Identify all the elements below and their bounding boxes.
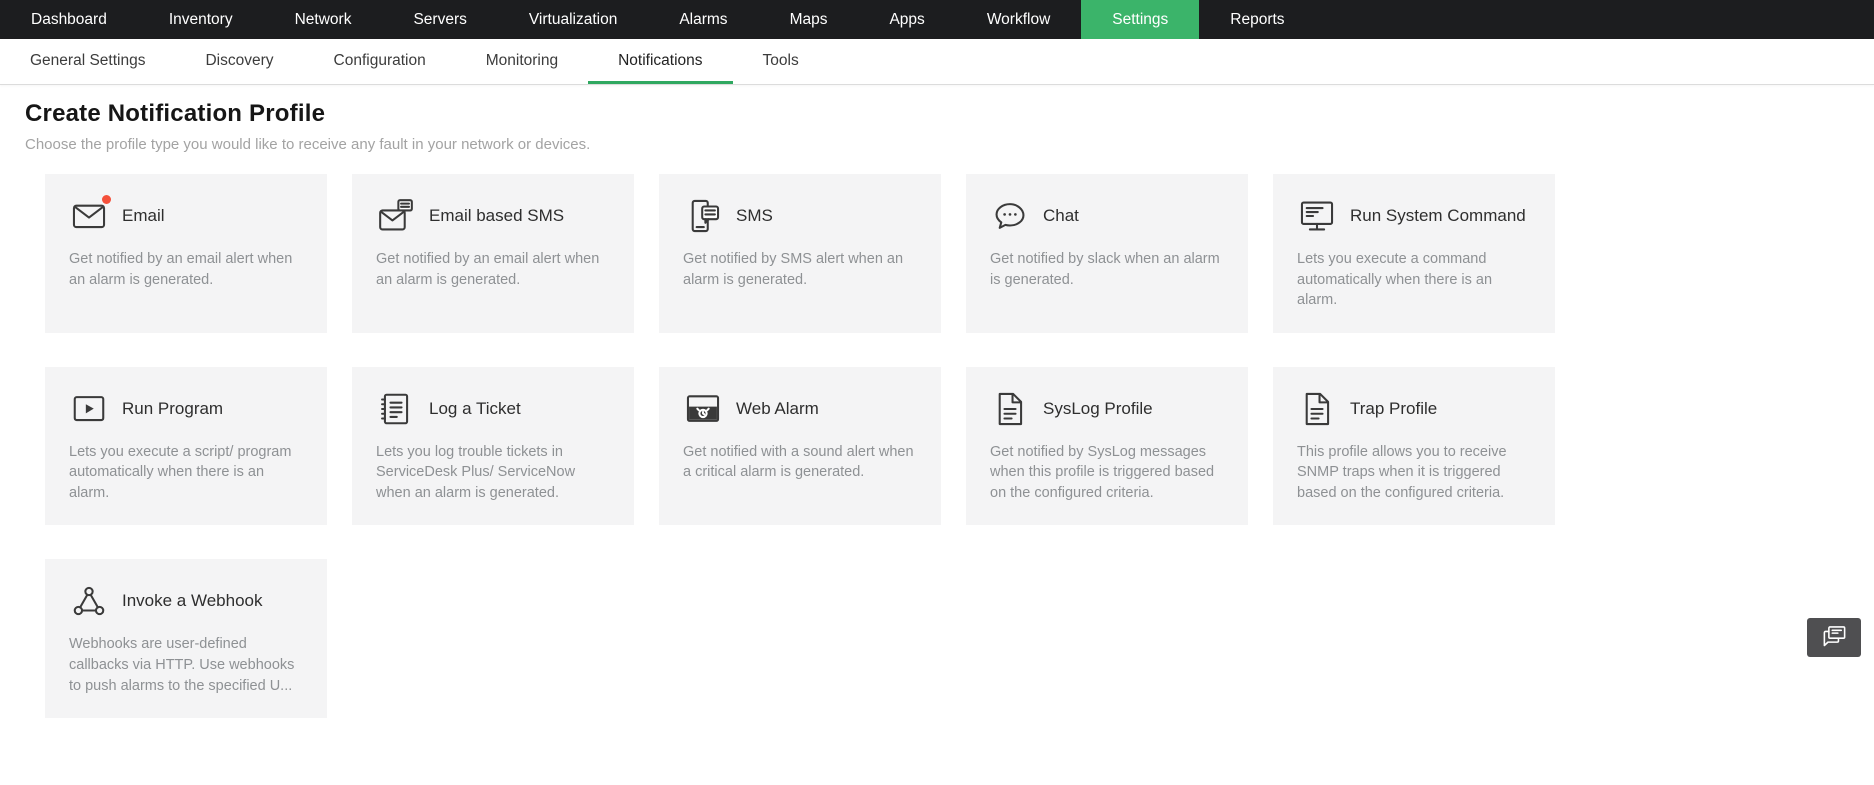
profile-card-title: Trap Profile: [1350, 399, 1437, 419]
profile-card-title: Web Alarm: [736, 399, 819, 419]
card-header: Run System Command: [1297, 196, 1531, 236]
top-nav-maps[interactable]: Maps: [759, 0, 859, 39]
card-header: Web Alarm: [683, 389, 917, 429]
profile-card-title: Email based SMS: [429, 206, 564, 226]
profile-card-description: Get notified by SMS alert when an alarm …: [683, 249, 917, 290]
profile-card-email-based-sms[interactable]: Email based SMS Get notified by an email …: [352, 174, 634, 333]
top-nav-dashboard[interactable]: Dashboard: [0, 0, 138, 39]
card-header: Invoke a Webhook: [69, 581, 303, 621]
top-nav-workflow[interactable]: Workflow: [956, 0, 1081, 39]
profile-card-description: Get notified with a sound alert when a c…: [683, 442, 917, 483]
profile-card-description: This profile allows you to receive SNMP …: [1297, 442, 1531, 504]
sub-nav-configuration[interactable]: Configuration: [304, 39, 456, 84]
top-nav-alarms[interactable]: Alarms: [648, 0, 758, 39]
profile-card-description: Lets you execute a script/ program autom…: [69, 442, 303, 504]
top-nav-network[interactable]: Network: [264, 0, 383, 39]
card-header: Chat: [990, 196, 1224, 236]
sub-nav-monitoring[interactable]: Monitoring: [456, 39, 588, 84]
top-nav-reports[interactable]: Reports: [1199, 0, 1315, 39]
profile-card-title: Run Program: [122, 399, 223, 419]
profile-card-description: Get notified by an email alert when an a…: [376, 249, 610, 290]
profile-card-title: Email: [122, 206, 165, 226]
profile-card-description: Get notified by SysLog messages when thi…: [990, 442, 1224, 504]
profile-card-title: Run System Command: [1350, 206, 1526, 226]
profile-card-email[interactable]: Email Get notified by an email alert when…: [45, 174, 327, 333]
profile-card-title: SysLog Profile: [1043, 399, 1153, 419]
trap-icon: [1297, 389, 1337, 429]
ticket-icon: [376, 389, 416, 429]
main-content: Create Notification Profile Choose the p…: [0, 85, 1874, 718]
profile-card-description: Webhooks are user-defined callbacks via …: [69, 634, 303, 696]
run-program-icon: [69, 389, 109, 429]
card-header: Email based SMS: [376, 196, 610, 236]
profile-card-description: Lets you execute a command automatically…: [1297, 249, 1531, 311]
profile-card-run-system-command[interactable]: Run System Command Lets you execute a com…: [1273, 174, 1555, 333]
card-header: SMS: [683, 196, 917, 236]
sms-icon: [683, 196, 723, 236]
card-header: SysLog Profile: [990, 389, 1224, 429]
profile-card-description: Lets you log trouble tickets in ServiceD…: [376, 442, 610, 504]
profile-card-chat[interactable]: Chat Get notified by slack when an alarm …: [966, 174, 1248, 333]
card-header: Email: [69, 196, 303, 236]
profile-card-log-a-ticket[interactable]: Log a Ticket Lets you log trouble tickets…: [352, 367, 634, 526]
card-header: Trap Profile: [1297, 389, 1531, 429]
profile-card-title: Log a Ticket: [429, 399, 521, 419]
top-nav-inventory[interactable]: Inventory: [138, 0, 264, 39]
feedback-button[interactable]: [1807, 618, 1861, 657]
profile-card-description: Get notified by slack when an alarm is g…: [990, 249, 1224, 290]
sub-nav-discovery[interactable]: Discovery: [175, 39, 303, 84]
settings-sub-nav: General SettingsDiscoveryConfigurationMo…: [0, 39, 1874, 85]
profile-card-syslog-profile[interactable]: SysLog Profile Get notified by SysLog mes…: [966, 367, 1248, 526]
webhook-icon: [69, 581, 109, 621]
top-nav-apps[interactable]: Apps: [858, 0, 955, 39]
top-nav-servers[interactable]: Servers: [382, 0, 497, 39]
email-icon: [69, 196, 109, 236]
profile-card-title: Chat: [1043, 206, 1079, 226]
chat-icon: [990, 196, 1030, 236]
sub-nav-tools[interactable]: Tools: [733, 39, 829, 84]
top-nav-virtualization[interactable]: Virtualization: [498, 0, 648, 39]
system-command-icon: [1297, 196, 1337, 236]
profile-card-sms[interactable]: SMS Get notified by SMS alert when an ala…: [659, 174, 941, 333]
profile-card-description: Get notified by an email alert when an a…: [69, 249, 303, 290]
top-nav: DashboardInventoryNetworkServersVirtuali…: [0, 0, 1874, 39]
profile-card-trap-profile[interactable]: Trap Profile This profile allows you to r…: [1273, 367, 1555, 526]
card-header: Log a Ticket: [376, 389, 610, 429]
page-subtitle: Choose the profile type you would like t…: [25, 136, 1874, 153]
syslog-icon: [990, 389, 1030, 429]
sub-nav-notifications[interactable]: Notifications: [588, 39, 732, 84]
feedback-chat-icon: [1821, 623, 1848, 653]
page-title: Create Notification Profile: [25, 100, 1874, 128]
profile-card-title: SMS: [736, 206, 773, 226]
profile-card-web-alarm[interactable]: Web Alarm Get notified with a sound alert…: [659, 367, 941, 526]
profile-card-invoke-a-webhook[interactable]: Invoke a Webhook Webhooks are user-define…: [45, 559, 327, 718]
profile-card-run-program[interactable]: Run Program Lets you execute a script/ pr…: [45, 367, 327, 526]
sub-nav-general-settings[interactable]: General Settings: [0, 39, 175, 84]
profile-card-title: Invoke a Webhook: [122, 591, 263, 611]
web-alarm-icon: [683, 389, 723, 429]
email-sms-icon: [376, 196, 416, 236]
card-header: Run Program: [69, 389, 303, 429]
notification-dot: [102, 195, 111, 204]
profile-card-grid: Email Get notified by an email alert when…: [45, 174, 1874, 718]
top-nav-settings[interactable]: Settings: [1081, 0, 1199, 39]
